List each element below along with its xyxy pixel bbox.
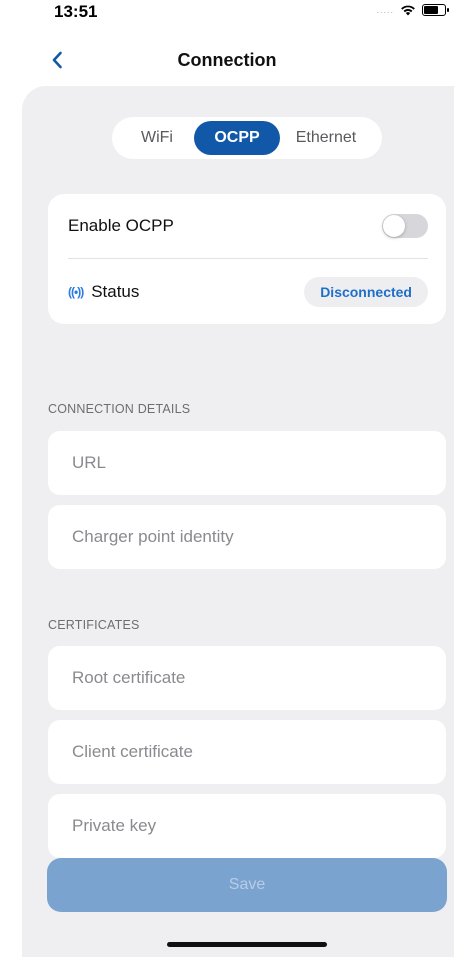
cellular-signal-icon: .....	[376, 5, 394, 15]
enable-ocpp-toggle[interactable]	[382, 214, 428, 238]
content-sheet: WiFi OCPP Ethernet Enable OCPP ((•)) Sta…	[22, 86, 454, 957]
status-badge: Disconnected	[304, 277, 428, 307]
private-key-input[interactable]	[70, 815, 446, 837]
private-key-field[interactable]	[48, 794, 446, 858]
url-field[interactable]	[48, 431, 446, 495]
save-button[interactable]: Save	[47, 858, 447, 912]
status-bar: 13:51 .....	[0, 0, 454, 30]
nav-bar: Connection	[0, 40, 454, 80]
certificates-header: CERTIFICATES	[48, 618, 140, 632]
url-input[interactable]	[70, 452, 446, 474]
status-label: Status	[91, 282, 140, 301]
tab-wifi[interactable]: WiFi	[120, 121, 194, 155]
root-certificate-field[interactable]	[48, 646, 446, 710]
page-title: Connection	[177, 50, 277, 70]
root-certificate-input[interactable]	[70, 667, 446, 689]
enable-ocpp-label: Enable OCPP	[68, 216, 174, 235]
charger-identity-field[interactable]	[48, 505, 446, 569]
home-indicator	[167, 942, 327, 947]
charger-identity-input[interactable]	[70, 526, 446, 548]
enable-ocpp-row: Enable OCPP	[68, 194, 428, 259]
battery-icon	[422, 4, 449, 16]
status-label-group: ((•)) Status	[68, 282, 139, 302]
toggle-knob	[383, 215, 405, 237]
status-icons: .....	[376, 4, 449, 16]
status-time: 13:51	[54, 2, 98, 21]
status-row: ((•)) Status Disconnected	[68, 260, 428, 324]
client-certificate-input[interactable]	[70, 741, 446, 763]
connection-type-tabs: WiFi OCPP Ethernet	[112, 117, 382, 159]
ocpp-card: Enable OCPP ((•)) Status Disconnected	[48, 194, 446, 324]
wifi-icon	[401, 5, 415, 16]
tab-ethernet[interactable]: Ethernet	[280, 121, 372, 155]
connection-details-header: CONNECTION DETAILS	[48, 402, 191, 416]
client-certificate-field[interactable]	[48, 720, 446, 784]
tab-ocpp[interactable]: OCPP	[194, 121, 280, 155]
broadcast-icon: ((•))	[68, 285, 84, 299]
